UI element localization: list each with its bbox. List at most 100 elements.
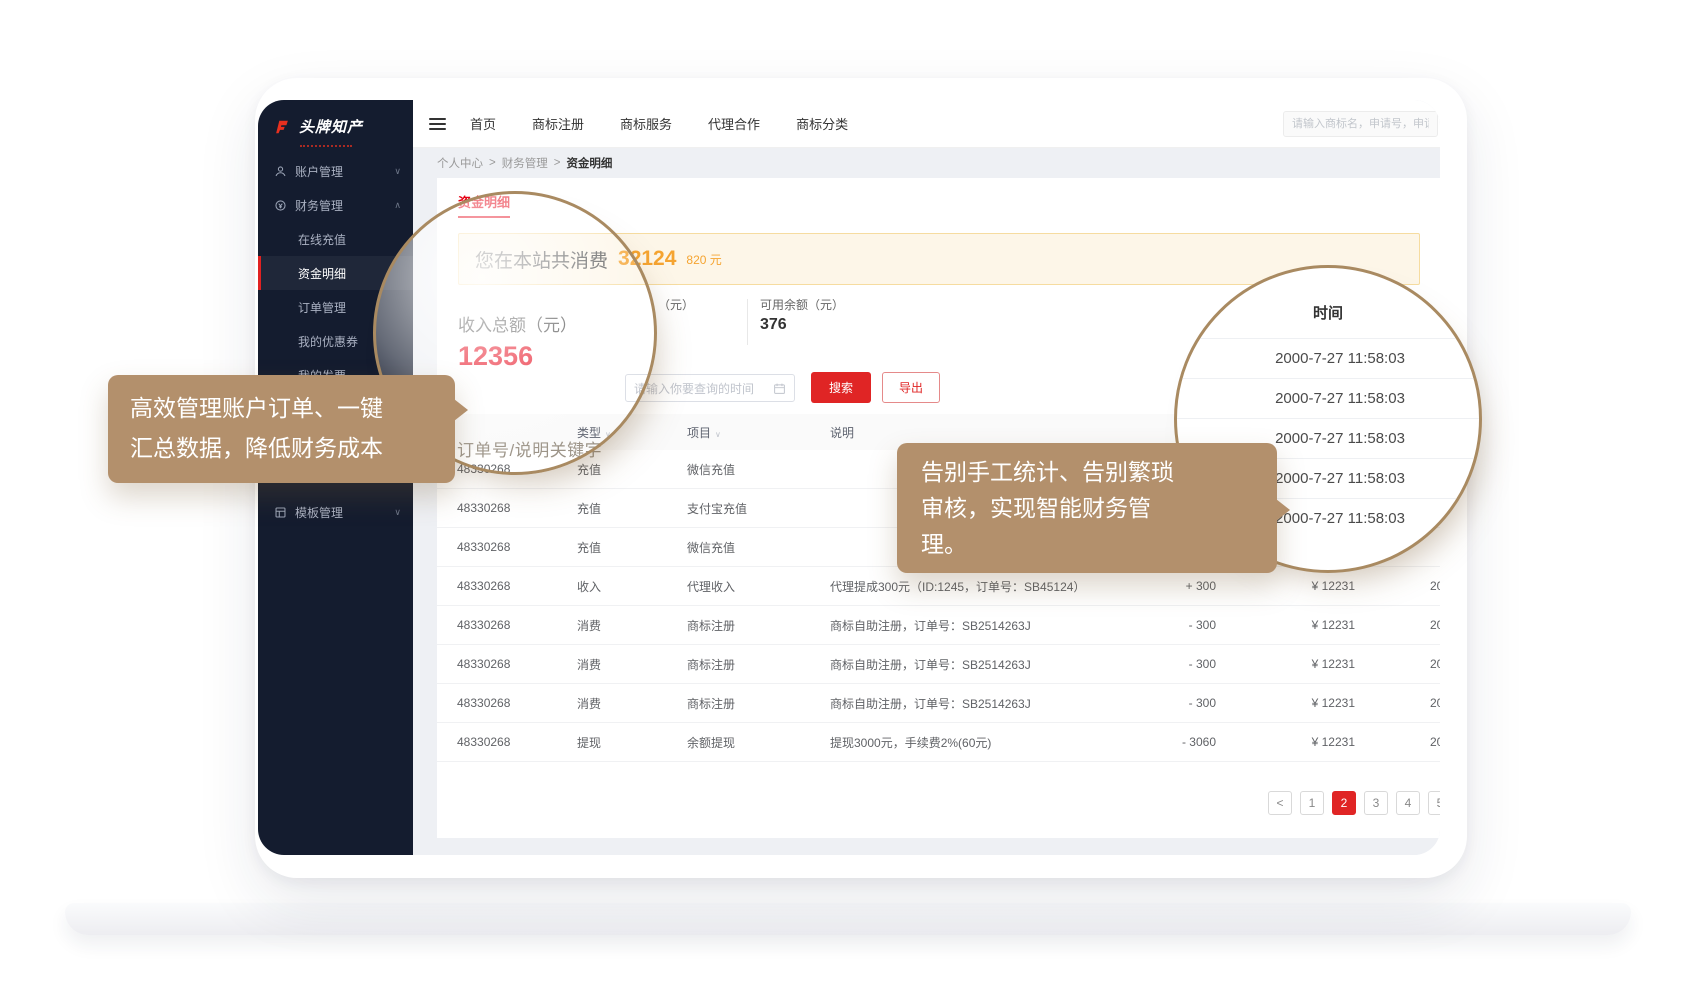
callout-right-line: 理。	[921, 526, 1253, 562]
expense-total-label-partial: （元）	[658, 296, 694, 313]
income-total-label: 收入总额（元）	[458, 311, 577, 336]
search-button[interactable]: 搜索	[811, 372, 871, 403]
sidebar-item-label: 账户管理	[295, 163, 343, 180]
sidebar-item-template[interactable]: 模板管理 ∨	[258, 495, 413, 529]
table-row: 48330268 消费 商标注册 商标自助注册，订单号：SB2514263J -…	[437, 684, 1440, 723]
calendar-icon[interactable]	[773, 382, 786, 395]
sidebar-subitem-funds-detail[interactable]: 资金明细	[258, 256, 413, 290]
sidebar-subitem-online-recharge[interactable]: 在线充值	[258, 222, 413, 256]
date-query-input[interactable]: 请输入你要查询的时间	[625, 374, 795, 402]
breadcrumb-item[interactable]: 个人中心	[437, 155, 483, 171]
cell-time: 2000-7-27 11:58:03	[1355, 735, 1440, 749]
callout-left: 高效管理账户订单、一键 汇总数据，降低财务成本	[108, 375, 455, 483]
cell-project: 微信充值	[687, 461, 830, 478]
table-row: 48330268 提现 余额提现 提现3000元，手续费2%(60元) - 30…	[437, 723, 1440, 762]
cell-balance: ¥ 12231	[1216, 696, 1355, 710]
nav-link-home[interactable]: 首页	[470, 114, 496, 133]
tab-funds-detail[interactable]: 资金明细	[458, 192, 510, 211]
cell-type: 充值	[577, 539, 687, 556]
callout-left-line: 高效管理账户订单、一键	[130, 388, 433, 428]
sidebar-subitem-label: 资金明细	[298, 265, 346, 282]
cell-project: 余额提现	[687, 734, 830, 751]
cell-desc: 商标自助注册，订单号：SB2514263J	[830, 656, 1150, 673]
nav-link-agency[interactable]: 代理合作	[708, 114, 760, 133]
cell-time: 2000-7-27 11:58:03	[1355, 579, 1440, 593]
nav-link-trademark-category[interactable]: 商标分类	[796, 114, 848, 133]
table-row: 48330268 消费 商标注册 商标自助注册，订单号：SB2514263J -…	[437, 606, 1440, 645]
export-button[interactable]: 导出	[882, 372, 940, 403]
available-balance-value: 376	[760, 316, 787, 334]
cell-time: 2000-7-27 11:58:03	[1355, 657, 1440, 671]
cell-time: 2000-7-27 11:58:03	[1355, 696, 1440, 710]
top-navigation: 首页 商标注册 商标服务 代理合作 商标分类	[470, 114, 848, 133]
sort-icon: ∨	[605, 430, 611, 439]
cell-amount: - 3060	[1150, 735, 1216, 749]
cell-project: 商标注册	[687, 656, 830, 673]
breadcrumb: 个人中心 > 财务管理 > 资金明细	[437, 148, 612, 178]
cell-order: 48330268	[457, 540, 577, 554]
nav-link-trademark-register[interactable]: 商标注册	[532, 114, 584, 133]
callout-left-line: 汇总数据，降低财务成本	[130, 428, 433, 468]
cell-order: 48330268	[457, 462, 577, 476]
sidebar-subitem-label: 订单管理	[298, 299, 346, 316]
sidebar-subitem-order-management[interactable]: 订单管理	[258, 290, 413, 324]
topbar-search-input[interactable]	[1283, 111, 1438, 137]
cell-project: 支付宝充值	[687, 500, 830, 517]
cell-desc: 代理提成300元（ID:1245，订单号：SB45124）	[830, 578, 1150, 595]
breadcrumb-separator: >	[554, 157, 561, 169]
menu-icon[interactable]	[429, 115, 446, 133]
cell-type: 提现	[577, 734, 687, 751]
income-total-value: 12356	[458, 341, 533, 372]
nav-link-trademark-service[interactable]: 商标服务	[620, 114, 672, 133]
cell-desc: 提现3000元，手续费2%(60元)	[830, 734, 1150, 751]
pagination-page-2-active[interactable]: 2	[1332, 791, 1356, 815]
pagination-prev[interactable]: <	[1268, 791, 1292, 815]
breadcrumb-item[interactable]: 财务管理	[502, 155, 548, 171]
sidebar-item-finance[interactable]: 财务管理 ∧	[258, 188, 413, 222]
pagination: < 1 2 3 4 5	[1268, 791, 1440, 815]
cell-desc: 商标自助注册，订单号：SB2514263J	[830, 617, 1150, 634]
cell-order: 48330268	[457, 501, 577, 515]
cell-type: 消费	[577, 695, 687, 712]
cell-balance: ¥ 12231	[1216, 618, 1355, 632]
logo-text: 头牌知产	[299, 116, 363, 137]
available-balance-label: 可用余额（元）	[760, 296, 844, 313]
banner-suffix: 820 元	[686, 251, 721, 268]
laptop-base	[65, 903, 1631, 935]
template-icon	[274, 506, 287, 519]
cell-amount: - 300	[1150, 696, 1216, 710]
header-project[interactable]: 项目∨	[687, 424, 830, 441]
pagination-page-1[interactable]: 1	[1300, 791, 1324, 815]
cell-amount: + 300	[1150, 579, 1216, 593]
chevron-down-icon: ∨	[394, 166, 401, 177]
page-background: 头牌知产 账户管理 ∨ 财务管理	[0, 0, 1696, 1002]
pagination-page-5[interactable]: 5	[1428, 791, 1440, 815]
cell-type: 消费	[577, 617, 687, 634]
cell-time: 2000-7-27 11:58:03	[1355, 618, 1440, 632]
callout-right-line: 告别手工统计、告别繁琐	[921, 454, 1253, 490]
sidebar-subitem-my-coupons[interactable]: 我的优惠券	[258, 324, 413, 358]
magnified-column-header: 订单号/说明关键字	[457, 436, 602, 461]
breadcrumb-item-current: 资金明细	[566, 155, 612, 171]
cell-type: 充值	[577, 461, 687, 478]
header-desc: 说明	[830, 424, 1150, 441]
cell-order: 48330268	[457, 579, 577, 593]
pagination-page-4[interactable]: 4	[1396, 791, 1420, 815]
cell-order: 48330268	[457, 657, 577, 671]
pagination-page-3[interactable]: 3	[1364, 791, 1388, 815]
cell-project: 商标注册	[687, 617, 830, 634]
sidebar-item-account[interactable]: 账户管理 ∨	[258, 154, 413, 188]
table-row: 48330268 消费 商标注册 商标自助注册，订单号：SB2514263J -…	[437, 645, 1440, 684]
divider	[747, 299, 748, 345]
logo-subtext-decor	[300, 145, 352, 147]
date-query-placeholder: 请输入你要查询的时间	[634, 380, 773, 397]
cell-balance: ¥ 12231	[1216, 579, 1355, 593]
callout-right: 告别手工统计、告别繁琐 审核，实现智能财务管 理。	[897, 443, 1277, 573]
sidebar-subitem-label: 我的优惠券	[298, 333, 358, 350]
cell-type: 收入	[577, 578, 687, 595]
cell-balance: ¥ 12231	[1216, 657, 1355, 671]
logo-icon	[272, 118, 292, 136]
sidebar-item-label: 模板管理	[295, 504, 343, 521]
cell-type: 消费	[577, 656, 687, 673]
cell-amount: - 300	[1150, 618, 1216, 632]
